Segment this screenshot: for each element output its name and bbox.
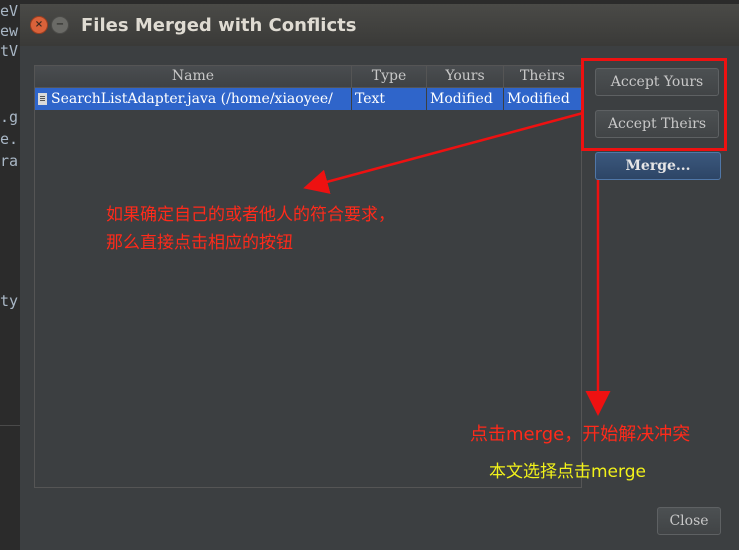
annotation-merge-note: 点击merge，开始解决冲突 — [470, 424, 691, 445]
close-icon: × — [34, 19, 44, 30]
cell-type: Text — [352, 88, 427, 110]
code-fragment: .g — [0, 108, 19, 126]
column-header-theirs[interactable]: Theirs — [504, 66, 581, 87]
file-icon — [38, 93, 47, 105]
code-fragment: tV — [0, 42, 19, 60]
code-fragment: ra — [0, 152, 19, 170]
table-header: Name Type Yours Theirs — [35, 66, 581, 88]
accept-theirs-button[interactable]: Accept Theirs — [595, 110, 719, 138]
column-header-name[interactable]: Name — [35, 66, 352, 87]
close-window-button[interactable]: × — [30, 16, 48, 34]
code-fragment: ty — [0, 292, 19, 310]
minimize-window-button[interactable]: − — [51, 16, 69, 34]
dialog-title: Files Merged with Conflicts — [81, 15, 357, 36]
minimize-icon: − — [55, 19, 65, 30]
column-header-type[interactable]: Type — [352, 66, 427, 87]
cell-yours: Modified — [427, 88, 504, 110]
code-fragment: ew — [0, 22, 19, 40]
file-name: SearchListAdapter.java (/home/xiaoyee/ — [51, 91, 333, 107]
accept-yours-button[interactable]: Accept Yours — [595, 68, 719, 96]
cell-name: SearchListAdapter.java (/home/xiaoyee/ — [35, 88, 352, 110]
column-header-yours[interactable]: Yours — [427, 66, 504, 87]
annotation-line2: 那么直接点击相应的按钮 — [106, 233, 293, 253]
annotation-choice-note: 本文选择点击merge — [489, 462, 646, 482]
table-row[interactable]: SearchListAdapter.java (/home/xiaoyee/ T… — [35, 88, 581, 110]
merge-button[interactable]: Merge... — [595, 152, 721, 180]
cell-theirs: Modified — [504, 88, 581, 110]
close-button[interactable]: Close — [657, 507, 721, 535]
title-bar: × − Files Merged with Conflicts — [20, 4, 739, 46]
code-fragment: e. — [0, 130, 19, 148]
code-fragment: eV — [0, 2, 19, 20]
annotation-line1: 如果确定自己的或者他人的符合要求， — [106, 205, 395, 225]
